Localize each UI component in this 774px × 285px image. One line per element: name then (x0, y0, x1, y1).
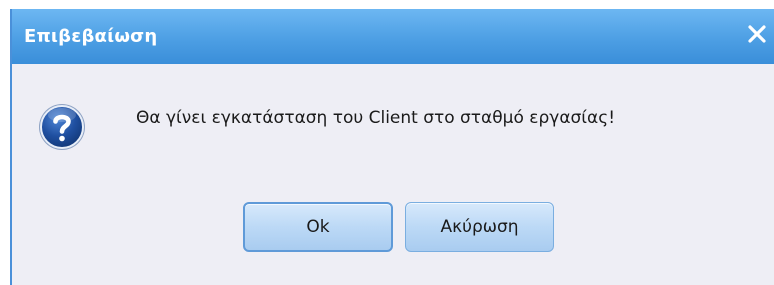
question-icon (37, 102, 87, 152)
cancel-button-label: Ακύρωση (440, 217, 519, 237)
ok-button[interactable]: Ok (243, 202, 393, 252)
dialog-title: Επιβεβαίωση (24, 26, 158, 47)
dialog-titlebar[interactable]: Επιβεβαίωση (12, 9, 774, 64)
dialog-message: Θα γίνει εγκατάσταση του Client στο σταθ… (136, 108, 616, 128)
ok-button-label: Ok (306, 217, 330, 237)
cancel-button[interactable]: Ακύρωση (405, 202, 554, 252)
close-icon[interactable] (746, 23, 768, 45)
dialog-body: Θα γίνει εγκατάσταση του Client στο σταθ… (12, 64, 774, 285)
confirmation-dialog: Επιβεβαίωση Θα γίνει εγκατάσταση του Cli… (10, 9, 774, 285)
